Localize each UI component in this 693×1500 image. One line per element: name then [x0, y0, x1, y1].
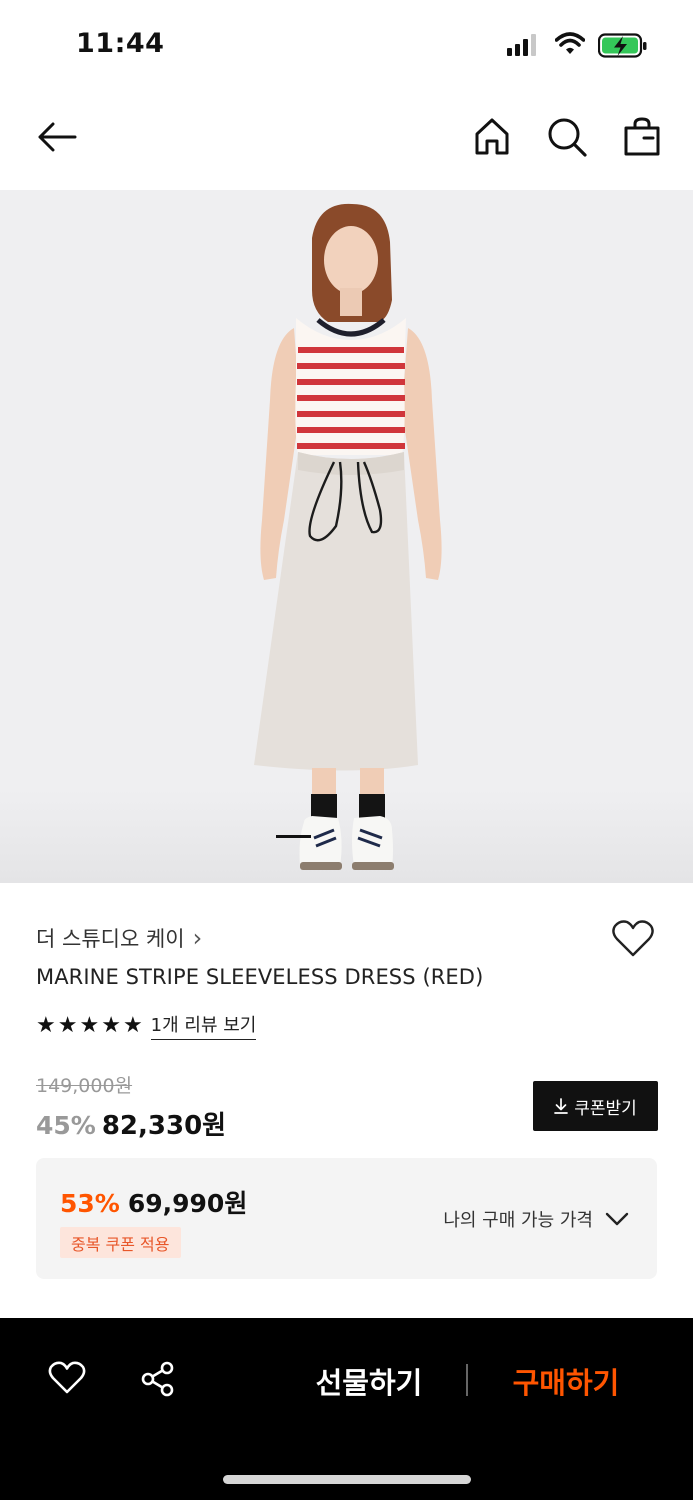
download-icon: [554, 1098, 569, 1114]
star-icon: ★: [101, 1012, 121, 1038]
star-icon: ★: [36, 1012, 56, 1038]
sale-price: 82,330원: [101, 1111, 227, 1141]
brand-name: 더 스튜디오 케이: [36, 927, 185, 951]
top-navigation: [0, 100, 693, 176]
price-row: 45% 82,330원: [36, 1105, 226, 1142]
discount-rate: 45%: [36, 1111, 96, 1140]
arrow-left-icon[interactable]: [36, 116, 78, 158]
best-price-row: 53% 69,990원: [60, 1184, 247, 1220]
coupon-applied-badge: 중복 쿠폰 적용: [60, 1227, 181, 1258]
bottom-action-bar: 선물하기 구매하기: [0, 1318, 693, 1500]
home-indicator: [223, 1475, 471, 1484]
battery-charging-icon: [598, 33, 647, 58]
best-price: 69,990원: [127, 1189, 248, 1218]
status-bar: 11:44: [0, 0, 693, 92]
shopping-bag-icon[interactable]: [622, 116, 662, 156]
image-page-indicator: [276, 835, 311, 838]
original-price: 149,000원: [36, 1075, 133, 1097]
best-price-box: 53% 69,990원 중복 쿠폰 적용 나의 구매 가능 가격: [36, 1158, 657, 1279]
chevron-right-icon: ›: [192, 924, 203, 952]
buy-button[interactable]: 구매하기: [497, 1360, 635, 1402]
my-price-label: 나의 구매 가능 가격: [443, 1210, 593, 1231]
rating-row: ★ ★ ★ ★ ★ 1개 리뷰 보기: [36, 1011, 257, 1040]
best-discount-rate: 53%: [60, 1189, 120, 1218]
my-price-toggle[interactable]: 나의 구매 가능 가격: [443, 1206, 629, 1232]
coupon-download-button[interactable]: 쿠폰받기: [533, 1081, 658, 1131]
heart-icon[interactable]: [611, 919, 655, 959]
star-icon: ★: [79, 1012, 100, 1038]
cellular-signal-icon: [507, 34, 536, 56]
product-title: MARINE STRIPE SLEEVELESS DRESS (RED): [36, 965, 484, 989]
home-icon[interactable]: [472, 116, 512, 156]
search-icon[interactable]: [546, 116, 588, 158]
star-icon: ★: [57, 1012, 78, 1038]
button-divider: [466, 1364, 468, 1396]
wifi-icon: [555, 32, 585, 54]
gift-button[interactable]: 선물하기: [300, 1360, 438, 1402]
star-icon: ★: [122, 1012, 143, 1038]
share-icon[interactable]: [140, 1361, 176, 1397]
coupon-button-label: 쿠폰받기: [574, 1098, 637, 1119]
product-photo: [0, 190, 693, 883]
product-image-gallery[interactable]: [0, 190, 693, 883]
status-time: 11:44: [76, 28, 165, 59]
star-rating: ★ ★ ★ ★ ★: [36, 1012, 143, 1038]
brand-link[interactable]: 더 스튜디오 케이 ›: [36, 923, 202, 953]
chevron-down-icon: [605, 1212, 629, 1226]
review-link[interactable]: 1개 리뷰 보기: [150, 1011, 257, 1040]
heart-icon[interactable]: [48, 1361, 86, 1395]
